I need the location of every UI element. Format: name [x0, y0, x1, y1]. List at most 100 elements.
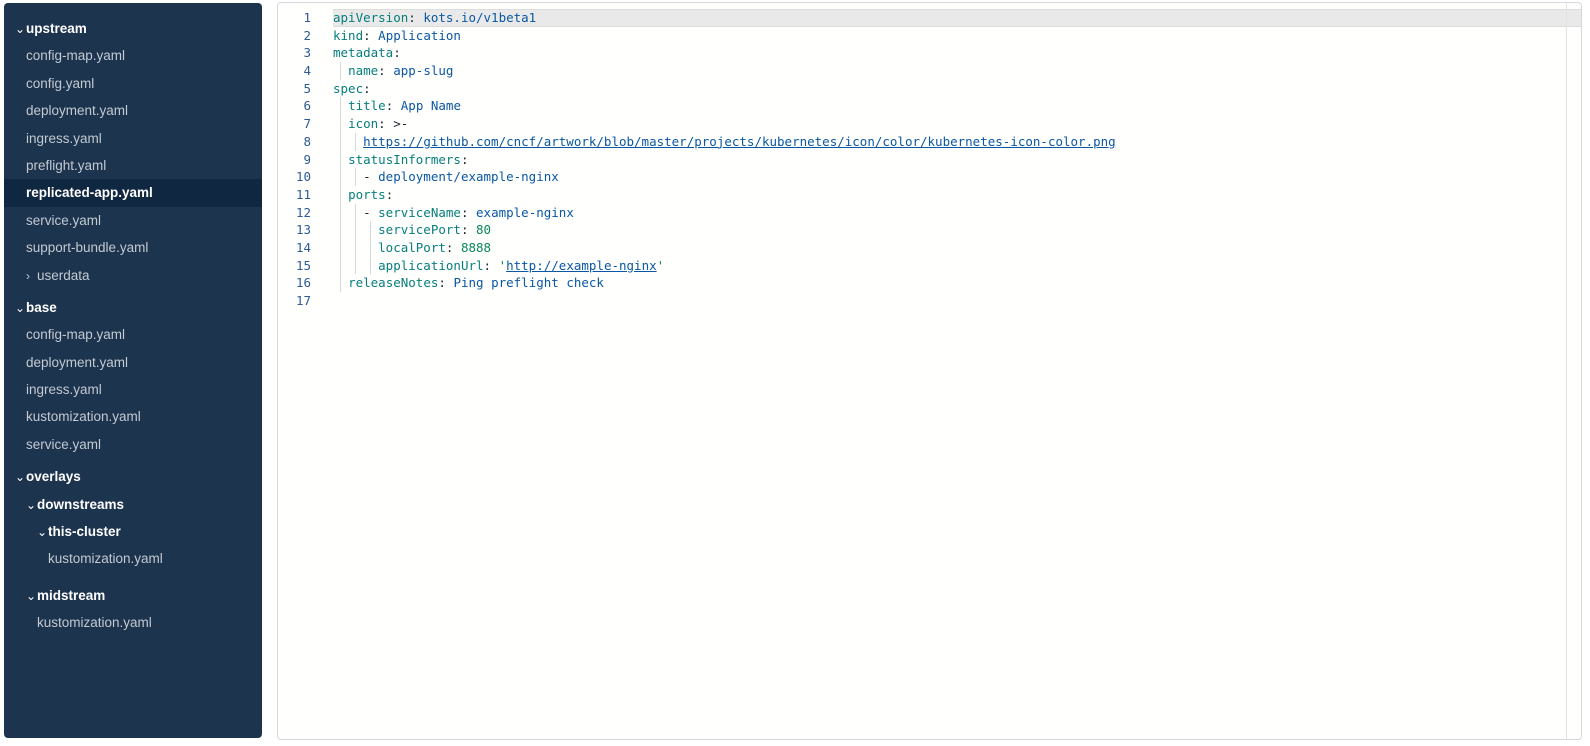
tree-file-config-yaml[interactable]: config.yaml	[4, 70, 262, 97]
tree-folder-userdata[interactable]: ›userdata	[4, 262, 262, 289]
tree-file-ingress-yaml[interactable]: ingress.yaml	[4, 376, 262, 403]
code-line-10[interactable]: - deployment/example-nginx	[333, 168, 1581, 186]
tree-folder-overlays[interactable]: ⌄overlays	[4, 463, 262, 490]
tree-file-service-yaml[interactable]: service.yaml	[4, 207, 262, 234]
code-token: :	[461, 222, 476, 237]
tree-file-kustomization-yaml[interactable]: kustomization.yaml	[4, 403, 262, 430]
indent-guide	[370, 221, 371, 239]
tree-item-label: preflight.yaml	[26, 158, 106, 173]
tree-folder-this-cluster[interactable]: ⌄this-cluster	[4, 518, 262, 545]
tree-file-replicated-app-yaml[interactable]: replicated-app.yaml	[4, 179, 262, 206]
line-number: 3	[278, 44, 311, 62]
code-token: localPort	[378, 240, 446, 255]
line-number: 1	[278, 9, 311, 27]
line-number: 7	[278, 115, 311, 133]
code-token: Application	[378, 28, 461, 43]
tree-item-label: support-bundle.yaml	[26, 240, 148, 255]
tree-file-support-bundle-yaml[interactable]: support-bundle.yaml	[4, 234, 262, 261]
chevron-down-icon: ⌄	[15, 16, 26, 43]
line-number: 14	[278, 239, 311, 257]
code-token: metadata	[333, 45, 393, 60]
line-number: 16	[278, 274, 311, 292]
tree-file-deployment-yaml[interactable]: deployment.yaml	[4, 349, 262, 376]
file-tree: ⌄upstreamconfig-map.yamlconfig.yamldeplo…	[4, 3, 262, 637]
indent-guide	[340, 204, 341, 222]
code-token: :	[461, 205, 476, 220]
code-line-2[interactable]: kind: Application	[333, 27, 1581, 45]
indent-guide	[340, 257, 341, 275]
tree-folder-midstream[interactable]: ⌄midstream	[4, 582, 262, 609]
code-line-16[interactable]: releaseNotes: Ping preflight check	[333, 274, 1581, 292]
code-token: example-nginx	[476, 205, 574, 220]
indent-guide	[355, 168, 356, 186]
tree-file-config-map-yaml[interactable]: config-map.yaml	[4, 42, 262, 69]
tree-file-kustomization-yaml[interactable]: kustomization.yaml	[4, 609, 262, 636]
indent-guide	[340, 239, 341, 257]
indent-guide	[340, 115, 341, 133]
code-token: name	[348, 63, 378, 78]
indent-guide	[370, 239, 371, 257]
tree-folder-downstreams[interactable]: ⌄downstreams	[4, 491, 262, 518]
code-token: kots.io/v1beta1	[423, 10, 536, 25]
tree-file-kustomization-yaml[interactable]: kustomization.yaml	[4, 545, 262, 572]
tree-item-label: config-map.yaml	[26, 48, 125, 63]
indent-guide	[340, 221, 341, 239]
code-line-17[interactable]	[333, 292, 1581, 310]
code-line-9[interactable]: statusInformers:	[333, 151, 1581, 169]
line-number: 8	[278, 133, 311, 151]
tree-item-label: upstream	[26, 21, 87, 36]
code-line-8[interactable]: https://github.com/cncf/artwork/blob/mas…	[333, 133, 1581, 151]
code-token: title	[348, 98, 386, 113]
code-link[interactable]: https://github.com/cncf/artwork/blob/mas…	[363, 134, 1116, 149]
code-line-5[interactable]: spec:	[333, 80, 1581, 98]
tree-file-preflight-yaml[interactable]: preflight.yaml	[4, 152, 262, 179]
chevron-down-icon: ⌄	[26, 492, 37, 519]
code-token: releaseNotes	[348, 275, 438, 290]
code-line-7[interactable]: icon: >-	[333, 115, 1581, 133]
tree-item-label: kustomization.yaml	[37, 615, 152, 630]
indent-guide	[340, 97, 341, 115]
code-line-11[interactable]: ports:	[333, 186, 1581, 204]
tree-file-config-map-yaml[interactable]: config-map.yaml	[4, 321, 262, 348]
tree-item-label: config-map.yaml	[26, 327, 125, 342]
line-number: 17	[278, 292, 311, 310]
code-token: :	[386, 98, 401, 113]
tree-item-label: deployment.yaml	[26, 103, 128, 118]
code-line-3[interactable]: metadata:	[333, 44, 1581, 62]
indent-guide	[340, 168, 341, 186]
code-line-1[interactable]: apiVersion: kots.io/v1beta1	[333, 9, 1581, 27]
code-line-15[interactable]: applicationUrl: 'http://example-nginx'	[333, 257, 1581, 275]
vertical-scrollbar[interactable]	[1566, 3, 1567, 739]
line-number: 6	[278, 97, 311, 115]
tree-file-service-yaml[interactable]: service.yaml	[4, 431, 262, 458]
code-content[interactable]: apiVersion: kots.io/v1beta1kind: Applica…	[333, 9, 1581, 310]
line-number-gutter: 1234567891011121314151617	[278, 9, 311, 310]
tree-item-label: kustomization.yaml	[26, 409, 141, 424]
code-token: '	[657, 258, 665, 273]
tree-item-label: ingress.yaml	[26, 382, 102, 397]
tree-item-label: kustomization.yaml	[48, 551, 163, 566]
indent-guide	[340, 62, 341, 80]
tree-folder-base[interactable]: ⌄base	[4, 294, 262, 321]
line-number: 12	[278, 204, 311, 222]
code-line-6[interactable]: title: App Name	[333, 97, 1581, 115]
tree-file-ingress-yaml[interactable]: ingress.yaml	[4, 125, 262, 152]
line-number: 13	[278, 221, 311, 239]
code-link[interactable]: http://example-nginx	[506, 258, 657, 273]
tree-file-deployment-yaml[interactable]: deployment.yaml	[4, 97, 262, 124]
indent-guide	[355, 239, 356, 257]
code-token: applicationUrl	[378, 258, 483, 273]
tree-item-label: replicated-app.yaml	[26, 185, 153, 200]
code-token: ports	[348, 187, 386, 202]
code-token: :	[378, 63, 393, 78]
code-line-14[interactable]: localPort: 8888	[333, 239, 1581, 257]
line-number: 11	[278, 186, 311, 204]
code-line-4[interactable]: name: app-slug	[333, 62, 1581, 80]
code-line-12[interactable]: - serviceName: example-nginx	[333, 204, 1581, 222]
tree-folder-upstream[interactable]: ⌄upstream	[4, 15, 262, 42]
code-token: :	[408, 10, 423, 25]
indent-guide	[355, 133, 356, 151]
code-token: '	[499, 258, 507, 273]
chevron-down-icon: ⌄	[37, 519, 48, 546]
code-line-13[interactable]: servicePort: 80	[333, 221, 1581, 239]
